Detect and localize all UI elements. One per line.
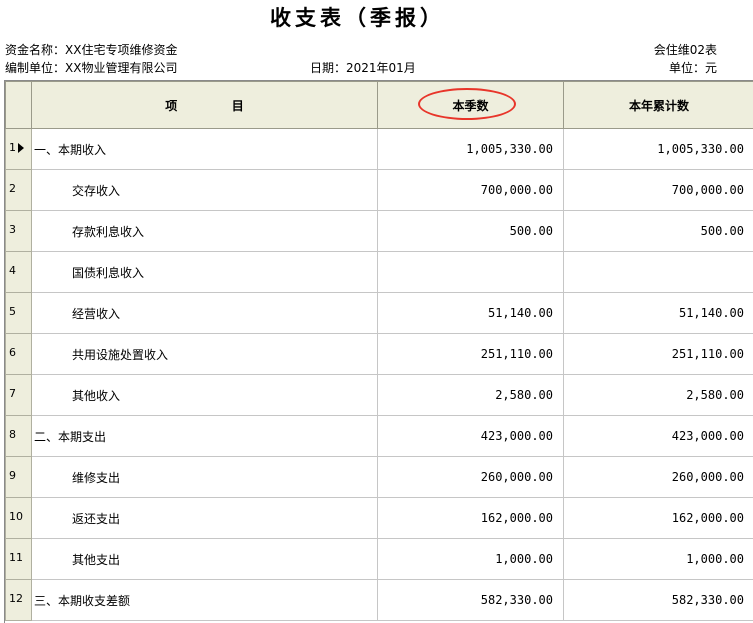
year-to-date-cell[interactable]: 582,330.00 [564, 580, 753, 621]
row-header[interactable]: 10 [6, 498, 32, 539]
year-to-date-cell[interactable]: 500.00 [564, 211, 753, 252]
row-header[interactable]: 2 [6, 170, 32, 211]
current-quarter-cell[interactable]: 582,330.00 [378, 580, 564, 621]
row-number: 4 [9, 264, 16, 277]
row-number: 7 [9, 387, 16, 400]
column-header-item-b: 目 [232, 99, 244, 113]
item-cell[interactable]: 交存收入 [32, 170, 378, 211]
item-cell[interactable]: 存款利息收入 [32, 211, 378, 252]
table-row[interactable]: 10返还支出162,000.00162,000.00 [6, 498, 753, 539]
item-cell[interactable]: 一、本期收入 [32, 129, 378, 170]
column-header-item-a: 项 [165, 99, 177, 113]
currency-unit: 单位：元 [669, 59, 717, 76]
current-quarter-cell[interactable]: 700,000.00 [378, 170, 564, 211]
table-row[interactable]: 8二、本期支出423,000.00423,000.00 [6, 416, 753, 457]
row-number: 2 [9, 182, 16, 195]
year-to-date-cell[interactable]: 423,000.00 [564, 416, 753, 457]
current-quarter-cell[interactable]: 260,000.00 [378, 457, 564, 498]
table-row[interactable]: 7其他收入2,580.002,580.00 [6, 375, 753, 416]
year-to-date-cell[interactable]: 700,000.00 [564, 170, 753, 211]
current-quarter-cell[interactable]: 1,005,330.00 [378, 129, 564, 170]
row-header[interactable]: 7 [6, 375, 32, 416]
row-header[interactable]: 11 [6, 539, 32, 580]
year-to-date-cell[interactable]: 1,000.00 [564, 539, 753, 580]
current-quarter-cell[interactable]: 423,000.00 [378, 416, 564, 457]
row-number: 10 [9, 510, 23, 523]
row-header[interactable]: 4 [6, 252, 32, 293]
current-quarter-cell[interactable]: 51,140.00 [378, 293, 564, 334]
row-number: 8 [9, 428, 16, 441]
column-header-item[interactable]: 项 目 [32, 82, 378, 129]
table-row[interactable]: 2交存收入700,000.00700,000.00 [6, 170, 753, 211]
table-row[interactable]: 3存款利息收入500.00500.00 [6, 211, 753, 252]
row-header[interactable]: 6 [6, 334, 32, 375]
row-header[interactable]: 12 [6, 580, 32, 621]
row-header[interactable]: 5 [6, 293, 32, 334]
year-to-date-cell[interactable]: 2,580.00 [564, 375, 753, 416]
header-row: 项 目 本季数 本年累计数 [6, 82, 753, 129]
year-to-date-cell[interactable]: 162,000.00 [564, 498, 753, 539]
table-row[interactable]: 11其他支出1,000.001,000.00 [6, 539, 753, 580]
year-to-date-cell[interactable] [564, 252, 753, 293]
row-number: 12 [9, 592, 23, 605]
current-row-pointer-icon [18, 143, 24, 153]
row-header[interactable]: 9 [6, 457, 32, 498]
table-row[interactable]: 5经营收入51,140.0051,140.00 [6, 293, 753, 334]
column-header-current-quarter[interactable]: 本季数 [378, 82, 564, 129]
item-cell[interactable]: 经营收入 [32, 293, 378, 334]
row-header[interactable]: 1 [6, 129, 32, 170]
column-header-year-to-date-label: 本年累计数 [629, 99, 689, 113]
item-cell[interactable]: 共用设施处置收入 [32, 334, 378, 375]
row-number: 3 [9, 223, 16, 236]
current-quarter-cell[interactable]: 162,000.00 [378, 498, 564, 539]
item-cell[interactable]: 其他收入 [32, 375, 378, 416]
row-header[interactable]: 8 [6, 416, 32, 457]
item-cell[interactable]: 其他支出 [32, 539, 378, 580]
row-number: 9 [9, 469, 16, 482]
current-quarter-cell[interactable]: 2,580.00 [378, 375, 564, 416]
row-number: 1 [9, 141, 16, 154]
column-header-year-to-date[interactable]: 本年累计数 [564, 82, 753, 129]
item-cell[interactable]: 国债利息收入 [32, 252, 378, 293]
table-row[interactable]: 1一、本期收入1,005,330.001,005,330.00 [6, 129, 753, 170]
table-row[interactable]: 9维修支出260,000.00260,000.00 [6, 457, 753, 498]
year-to-date-cell[interactable]: 51,140.00 [564, 293, 753, 334]
row-number: 6 [9, 346, 16, 359]
current-quarter-cell[interactable]: 500.00 [378, 211, 564, 252]
fund-name: 资金名称：XX住宅专项维修资金 [5, 41, 177, 58]
item-cell[interactable]: 二、本期支出 [32, 416, 378, 457]
year-to-date-cell[interactable]: 1,005,330.00 [564, 129, 753, 170]
report-date: 日期：2021年01月 [310, 59, 416, 76]
corner-cell[interactable] [6, 82, 32, 129]
year-to-date-cell[interactable]: 251,110.00 [564, 334, 753, 375]
current-quarter-cell[interactable]: 251,110.00 [378, 334, 564, 375]
compiling-unit: 编制单位：XX物业管理有限公司 [5, 59, 177, 76]
item-cell[interactable]: 返还支出 [32, 498, 378, 539]
report-grid[interactable]: 项 目 本季数 本年累计数 1一、本期收入1,005,330.001,005,3… [4, 80, 753, 623]
table-row[interactable]: 12三、本期收支差额582,330.00582,330.00 [6, 580, 753, 621]
report-code: 会住维02表 [654, 41, 717, 58]
table-row[interactable]: 6共用设施处置收入251,110.00251,110.00 [6, 334, 753, 375]
row-header[interactable]: 3 [6, 211, 32, 252]
report-table: 项 目 本季数 本年累计数 1一、本期收入1,005,330.001,005,3… [5, 81, 753, 621]
report-title: 收支表（季报） [0, 2, 715, 32]
row-number: 5 [9, 305, 16, 318]
item-cell[interactable]: 维修支出 [32, 457, 378, 498]
column-header-current-quarter-label: 本季数 [452, 99, 488, 113]
table-row[interactable]: 4 国债利息收入 [6, 252, 753, 293]
current-quarter-cell[interactable] [378, 252, 564, 293]
current-quarter-cell[interactable]: 1,000.00 [378, 539, 564, 580]
year-to-date-cell[interactable]: 260,000.00 [564, 457, 753, 498]
row-number: 11 [9, 551, 23, 564]
item-cell[interactable]: 三、本期收支差额 [32, 580, 378, 621]
